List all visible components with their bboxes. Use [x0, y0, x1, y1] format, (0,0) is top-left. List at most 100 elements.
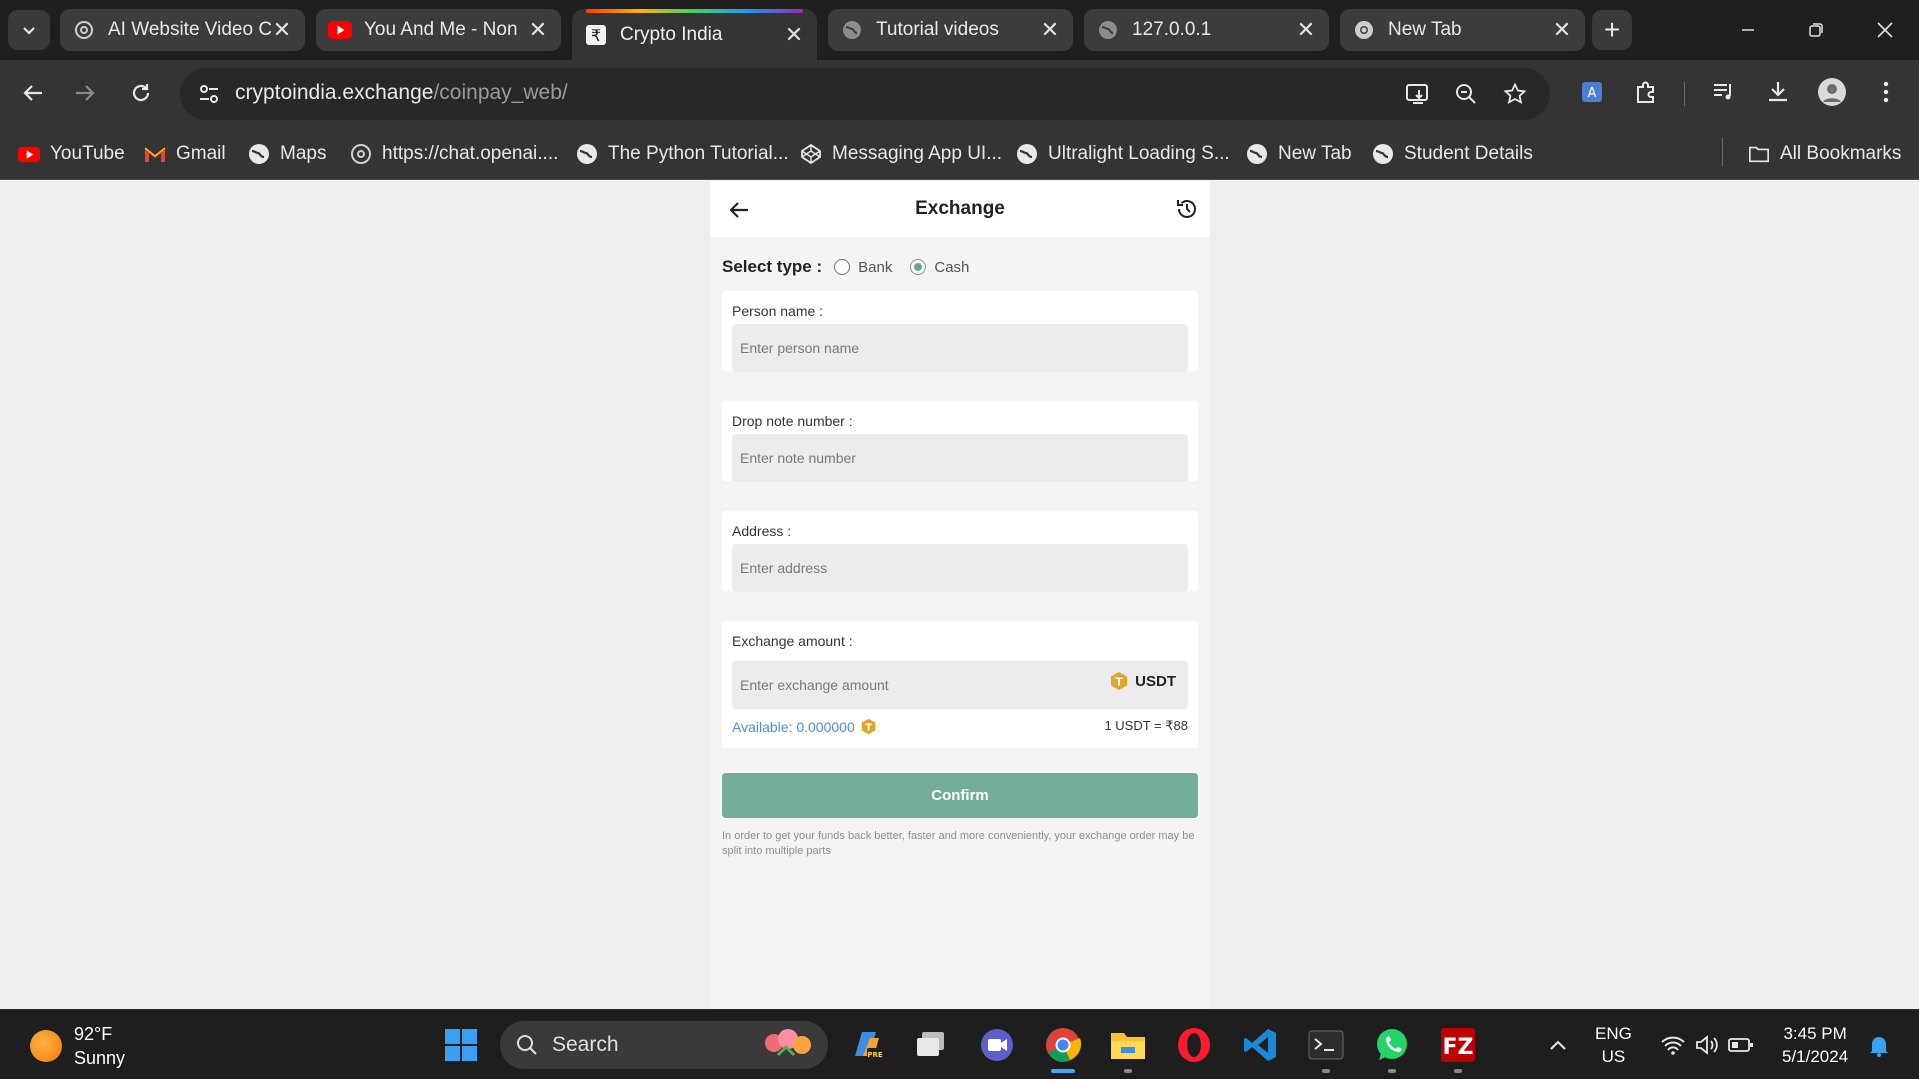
- media-controls-button[interactable]: [1706, 74, 1742, 110]
- weather-widget[interactable]: 92°F Sunny: [30, 1022, 125, 1070]
- close-icon[interactable]: ✕: [527, 17, 549, 43]
- bookmark-star-button[interactable]: [1497, 76, 1533, 112]
- globe-icon: [1016, 143, 1038, 165]
- close-window-button[interactable]: [1862, 8, 1908, 52]
- svg-text:T: T: [1115, 676, 1123, 689]
- downloads-button[interactable]: [1760, 74, 1796, 110]
- reload-button[interactable]: [118, 70, 164, 116]
- terminal-button[interactable]: [1305, 1024, 1347, 1066]
- globe-icon: [1372, 143, 1394, 165]
- vscode-icon: [1244, 1029, 1276, 1061]
- exchange-app: Exchange Select type : Bank Cash Person …: [710, 181, 1210, 1009]
- radio-bank[interactable]: Bank: [834, 259, 892, 276]
- video-call-icon: [981, 1029, 1013, 1061]
- bookmark-label: Student Details: [1404, 143, 1533, 164]
- bookmark-youtube[interactable]: YouTube: [18, 141, 125, 167]
- bookmark-label: Messaging App UI...: [832, 143, 1003, 164]
- tab-tutorial-videos[interactable]: Tutorial videos ✕: [828, 9, 1073, 51]
- gmail-icon: [144, 143, 166, 165]
- page-viewport: Exchange Select type : Bank Cash Person …: [0, 181, 1919, 1009]
- running-app-indicator: [1124, 1069, 1132, 1073]
- url-text[interactable]: cryptoindia.exchange/coinpay_web/: [235, 81, 568, 105]
- filezilla-button[interactable]: FZ: [1437, 1024, 1479, 1066]
- tab-new-tab[interactable]: New Tab ✕: [1340, 9, 1585, 51]
- minimize-button[interactable]: [1725, 8, 1771, 52]
- tab-search-button[interactable]: [8, 10, 50, 50]
- bookmark-label: Maps: [280, 143, 327, 164]
- whatsapp-icon: [1377, 1029, 1407, 1060]
- windows-taskbar: 92°F Sunny Search PRE FZ ENG US 3:45 PM …: [0, 1009, 1919, 1079]
- youtube-icon: [328, 18, 352, 42]
- teams-meet-button[interactable]: [976, 1024, 1018, 1066]
- quick-settings-button[interactable]: [1652, 1024, 1762, 1066]
- all-bookmarks-button[interactable]: All Bookmarks: [1748, 141, 1901, 167]
- close-icon[interactable]: ✕: [1551, 17, 1573, 43]
- install-app-button[interactable]: [1400, 76, 1436, 112]
- tab-localhost[interactable]: 127.0.0.1 ✕: [1084, 9, 1329, 51]
- profile-button[interactable]: [1814, 74, 1850, 110]
- arrow-right-icon: [76, 85, 95, 101]
- sun-icon: [30, 1030, 62, 1062]
- confirm-button[interactable]: Confirm: [722, 773, 1198, 818]
- site-settings-icon[interactable]: [196, 81, 222, 107]
- bookmark-messaging-app[interactable]: Messaging App UI...: [800, 141, 1002, 167]
- close-icon[interactable]: ✕: [783, 22, 805, 48]
- radio-circle[interactable]: [834, 259, 851, 275]
- tab-ai-website-video[interactable]: AI Website Video C ✕: [60, 9, 305, 51]
- app-header: Exchange: [710, 181, 1210, 237]
- bookmark-python-tutorial[interactable]: The Python Tutorial...: [576, 141, 789, 167]
- close-icon[interactable]: ✕: [271, 17, 293, 43]
- extensions-button[interactable]: [1628, 74, 1664, 110]
- tab-crypto-india[interactable]: ₹ Crypto India ✕: [572, 9, 817, 60]
- bookmark-new-tab[interactable]: New Tab: [1246, 141, 1352, 167]
- whatsapp-button[interactable]: [1371, 1024, 1413, 1066]
- tray-overflow-button[interactable]: [1537, 1024, 1579, 1066]
- zoom-button[interactable]: [1448, 76, 1484, 112]
- language-indicator[interactable]: ENG US: [1595, 1022, 1632, 1068]
- restore-button[interactable]: [1793, 8, 1839, 52]
- download-icon: [1769, 82, 1787, 102]
- youtube-icon: [18, 143, 40, 165]
- copilot-button[interactable]: PRE: [845, 1024, 887, 1066]
- bookmark-maps[interactable]: Maps: [248, 141, 326, 167]
- person-name-input[interactable]: [732, 324, 1188, 372]
- url-path: /coinpay_web/: [433, 81, 568, 104]
- globe-icon: [840, 18, 864, 42]
- file-explorer-button[interactable]: [1107, 1024, 1149, 1066]
- forward-button[interactable]: [62, 70, 108, 116]
- tab-title: Tutorial videos: [876, 19, 999, 40]
- radio-cash[interactable]: Cash: [910, 259, 969, 276]
- install-icon: [1406, 84, 1428, 104]
- address-label: Address :: [732, 523, 792, 539]
- task-view-button[interactable]: [910, 1024, 952, 1066]
- bookmark-student-details[interactable]: Student Details: [1372, 141, 1533, 167]
- radio-circle[interactable]: [910, 259, 927, 275]
- tab-you-and-me[interactable]: You And Me - Non ✕: [316, 9, 561, 51]
- translate-extension-button[interactable]: A: [1574, 74, 1610, 110]
- address-bar[interactable]: cryptoindia.exchange/coinpay_web/: [180, 68, 1550, 120]
- bookmark-ultralight-loading[interactable]: Ultralight Loading S...: [1016, 141, 1230, 167]
- opera-button[interactable]: [1173, 1024, 1215, 1066]
- volume-icon: [1696, 1035, 1718, 1055]
- clock-time: 3:45 PM: [1783, 1024, 1847, 1043]
- new-tab-button[interactable]: +: [1592, 10, 1632, 50]
- start-button[interactable]: [440, 1024, 482, 1066]
- chrome-taskbar-button[interactable]: [1042, 1024, 1084, 1066]
- select-type-label: Select type :: [722, 257, 823, 276]
- back-button[interactable]: [10, 70, 56, 116]
- menu-button[interactable]: [1868, 74, 1904, 110]
- bookmark-gmail[interactable]: Gmail: [144, 141, 226, 167]
- bookmark-chatgpt[interactable]: https://chat.openai....: [350, 141, 558, 167]
- taskbar-search[interactable]: Search: [500, 1021, 828, 1069]
- address-input[interactable]: [732, 544, 1188, 592]
- note-number-input[interactable]: [732, 434, 1188, 482]
- url-domain: cryptoindia.exchange: [235, 81, 434, 104]
- chrome-icon: [1046, 1028, 1082, 1062]
- bookmark-label: Gmail: [176, 143, 226, 164]
- close-icon[interactable]: ✕: [1295, 17, 1317, 43]
- notifications-button[interactable]: [1858, 1024, 1900, 1066]
- vscode-button[interactable]: [1239, 1024, 1281, 1066]
- clock[interactable]: 3:45 PM 5/1/2024: [1782, 1022, 1848, 1068]
- history-icon[interactable]: [1174, 196, 1200, 222]
- close-icon[interactable]: ✕: [1039, 17, 1061, 43]
